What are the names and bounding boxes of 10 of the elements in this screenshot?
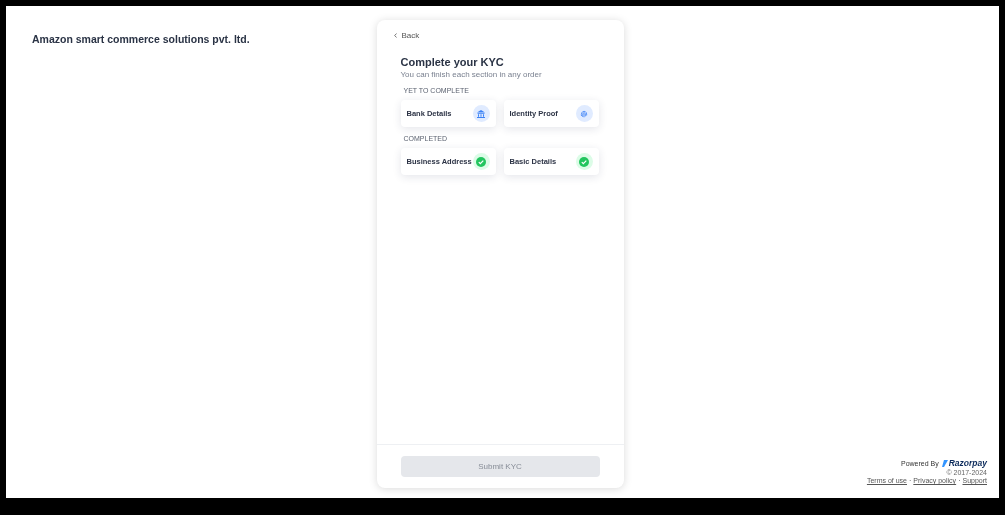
back-button[interactable]: Back: [393, 31, 420, 40]
bank-icon: [476, 108, 486, 119]
fingerprint-icon: [579, 108, 589, 119]
check-icon: [579, 156, 589, 167]
razorpay-logo: Razorpay: [941, 458, 987, 468]
check-icon: [476, 156, 486, 167]
page-title: Complete your KYC: [400, 56, 505, 68]
merchant-name: Amazon smart commerce solutions pvt. ltd.: [32, 33, 250, 45]
chevron-left-icon: [393, 33, 397, 38]
page-subtitle: You can finish each section in any order: [400, 70, 543, 79]
